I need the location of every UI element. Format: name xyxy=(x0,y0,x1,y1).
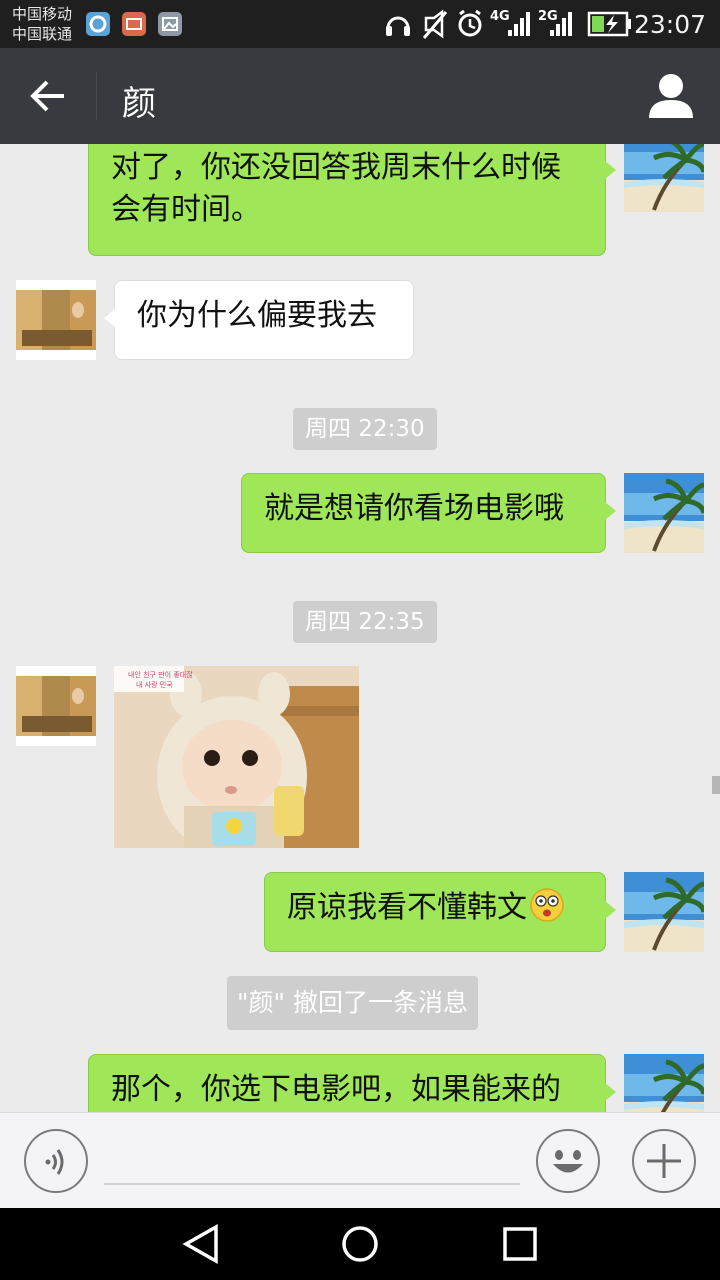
message-text: 对了，你还没回答我周末什么时候 xyxy=(111,150,561,185)
message-text: 你为什么偏要我去 xyxy=(137,298,377,333)
voice-icon xyxy=(45,1149,64,1175)
person-icon xyxy=(649,74,693,118)
contact-name: 颜 xyxy=(122,84,156,124)
system-navigation-bar xyxy=(0,1208,720,1280)
square-recents-icon xyxy=(503,1227,537,1261)
browser-notification-icon xyxy=(86,12,110,36)
contact-photo xyxy=(16,666,96,746)
emoji-button[interactable] xyxy=(536,1129,600,1193)
contact-photo xyxy=(16,280,96,360)
message-input[interactable] xyxy=(104,1133,520,1185)
beach-palm-avatar xyxy=(624,1054,704,1112)
triangle-back-icon xyxy=(182,1223,218,1265)
baby-sticker-image: 내인 친구 딴이 좋대잖 내 사랑 민국 xyxy=(114,666,359,856)
clock: 23:07 xyxy=(633,10,706,39)
timestamp: 周四 22:30 xyxy=(293,408,437,450)
message-text: 会有时间。 xyxy=(111,192,261,227)
mail-notification-icon xyxy=(122,12,146,36)
nav-recents-button[interactable] xyxy=(496,1222,544,1266)
headphones-icon xyxy=(386,16,410,36)
chat-header: 颜 xyxy=(0,48,720,144)
message-sent[interactable]: 原谅我看不懂韩文 xyxy=(264,872,616,952)
battery-charging-icon xyxy=(587,11,631,37)
my-avatar[interactable] xyxy=(624,872,704,952)
carrier-2: 中国联通 xyxy=(12,25,73,43)
beach-palm-avatar xyxy=(624,473,704,553)
header-divider xyxy=(96,72,97,120)
mute-icon xyxy=(422,9,448,39)
sticker-caption: 내인 친구 딴이 좋대잖 xyxy=(128,670,193,679)
nav-back-button[interactable] xyxy=(178,1222,226,1266)
message-text: 就是想请你看场电影哦 xyxy=(264,491,564,526)
my-avatar[interactable] xyxy=(624,473,704,553)
recall-notice: "颜" 撤回了一条消息 xyxy=(227,976,478,1030)
signal-4g-icon xyxy=(508,12,530,36)
dizzy-emoji-icon xyxy=(530,888,564,922)
message-sent[interactable]: 对了，你还没回答我周末什么时候 会有时间。 xyxy=(88,144,616,256)
network-4g-label: 4G xyxy=(490,9,510,24)
scrollbar-thumb[interactable] xyxy=(712,776,720,794)
my-avatar[interactable] xyxy=(624,144,704,212)
gallery-notification-icon xyxy=(158,12,182,36)
message-text: 原谅我看不懂韩文 xyxy=(287,890,527,925)
smiley-icon xyxy=(553,1150,583,1173)
back-button[interactable] xyxy=(14,68,84,124)
alarm-icon xyxy=(458,9,482,37)
message-text: 那个，你选下电影吧，如果能来的 xyxy=(111,1072,561,1107)
arrow-left-icon xyxy=(30,80,64,112)
composer-bar xyxy=(0,1112,720,1208)
message-received[interactable]: 你为什么偏要我去 xyxy=(104,280,414,360)
message-list[interactable]: 对了，你还没回答我周末什么时候 会有时间。 你为什么偏要我去 周四 22:30 … xyxy=(0,144,720,1112)
contact-avatar[interactable] xyxy=(16,280,96,360)
beach-palm-avatar xyxy=(624,144,704,212)
status-bar: 中国移动 中国联通 4G 2G 23:07 xyxy=(0,0,720,48)
contact-avatar[interactable] xyxy=(16,666,96,746)
message-sent[interactable]: 就是想请你看场电影哦 xyxy=(241,473,616,553)
message-sent[interactable]: 那个，你选下电影吧，如果能来的 xyxy=(88,1054,616,1112)
plus-icon xyxy=(647,1144,681,1178)
timestamp: 周四 22:35 xyxy=(293,601,437,643)
carrier-labels: 中国移动 中国联通 xyxy=(12,4,72,44)
circle-home-icon xyxy=(342,1226,378,1262)
sticker-caption: 내 사랑 민국 xyxy=(136,680,173,689)
beach-palm-avatar xyxy=(624,872,704,952)
contact-profile-button[interactable] xyxy=(646,70,696,122)
nav-home-button[interactable] xyxy=(336,1222,384,1266)
voice-input-button[interactable] xyxy=(24,1129,88,1193)
image-message[interactable]: 내인 친구 딴이 좋대잖 내 사랑 민국 xyxy=(114,666,359,856)
network-2g-label: 2G xyxy=(538,9,558,24)
carrier-1: 中国移动 xyxy=(12,5,73,23)
more-actions-button[interactable] xyxy=(632,1129,696,1193)
my-avatar[interactable] xyxy=(624,1054,704,1112)
